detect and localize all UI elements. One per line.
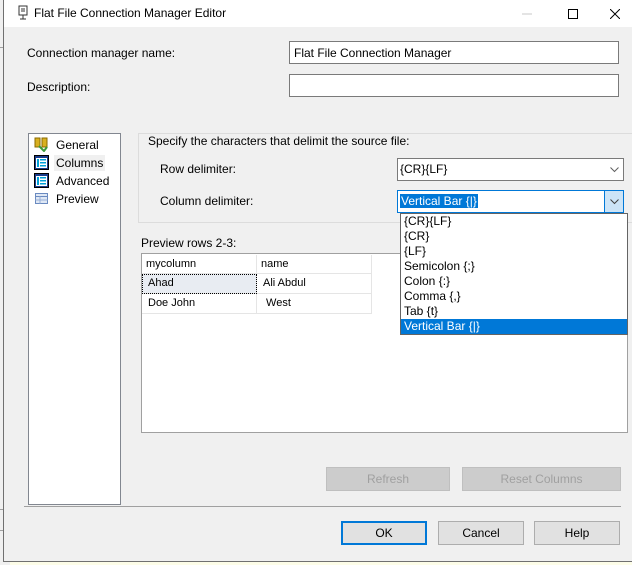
dropdown-option[interactable]: Tab {t} — [401, 304, 627, 319]
row-delimiter-label: Row delimiter: — [160, 162, 237, 176]
connection-manager-name-label: Connection manager name: — [27, 46, 176, 60]
chevron-down-icon[interactable] — [604, 191, 623, 212]
nav-item-columns[interactable]: Columns — [34, 154, 106, 171]
column-delimiter-options-list: {CR}{LF} {CR} {LF} Semicolon {;} Colon {… — [400, 213, 628, 335]
column-header[interactable]: name — [257, 255, 372, 274]
description-input[interactable] — [289, 74, 619, 97]
row-delimiter-value: {CR}{LF} — [400, 162, 448, 176]
dropdown-option[interactable]: Semicolon {;} — [401, 259, 627, 274]
nav-item-preview[interactable]: Preview — [34, 190, 101, 207]
dropdown-option[interactable]: {CR}{LF} — [401, 214, 627, 229]
minimize-button[interactable] — [504, 0, 550, 27]
columns-icon — [34, 155, 49, 170]
flat-file-connection-manager-dialog: Flat File Connection Manager Editor Conn… — [3, 0, 632, 562]
close-button[interactable] — [592, 0, 632, 27]
delimiter-group-title: Specify the characters that delimit the … — [146, 134, 412, 148]
dropdown-option[interactable]: {LF} — [401, 244, 627, 259]
navigation-panel: General Columns Advanced Preview — [28, 133, 121, 505]
column-delimiter-label: Column delimiter: — [160, 194, 254, 208]
title-bar[interactable]: Flat File Connection Manager Editor — [4, 0, 632, 27]
reset-columns-button[interactable]: Reset Columns — [462, 467, 621, 491]
grid-cell[interactable]: Ali Abdul — [257, 274, 372, 294]
nav-item-advanced[interactable]: Advanced — [34, 172, 111, 189]
row-delimiter-dropdown[interactable]: {CR}{LF} — [397, 158, 624, 181]
connection-manager-icon — [18, 5, 28, 20]
grid-cell[interactable]: Ahad — [142, 274, 257, 294]
grid-cell[interactable]: West — [257, 294, 372, 314]
ok-button[interactable]: OK — [341, 521, 427, 545]
window-title: Flat File Connection Manager Editor — [34, 6, 227, 20]
minimize-icon — [522, 13, 532, 14]
maximize-button[interactable] — [550, 0, 596, 27]
nav-item-label: Columns — [54, 154, 106, 171]
column-header[interactable]: mycolumn — [142, 255, 257, 274]
dropdown-option-selected[interactable]: Vertical Bar {|} — [401, 319, 627, 334]
preview-icon — [35, 193, 48, 204]
column-delimiter-dropdown[interactable]: Vertical Bar {|} — [397, 190, 624, 213]
close-icon — [610, 8, 620, 19]
general-icon — [34, 137, 48, 152]
grid-cell[interactable]: Doe John — [142, 294, 257, 314]
nav-item-general[interactable]: General — [34, 136, 101, 153]
dropdown-option[interactable]: {CR} — [401, 229, 627, 244]
column-delimiter-value: Vertical Bar {|} — [400, 194, 478, 208]
dropdown-option[interactable]: Colon {:} — [401, 274, 627, 289]
description-label: Description: — [27, 80, 91, 94]
cancel-button[interactable]: Cancel — [438, 521, 524, 545]
help-button[interactable]: Help — [534, 521, 620, 545]
button-separator — [24, 506, 621, 507]
chevron-down-icon[interactable] — [605, 159, 623, 180]
nav-item-label: General — [56, 137, 99, 152]
connection-manager-name-input[interactable] — [289, 41, 619, 64]
nav-item-label: Preview — [56, 191, 99, 206]
maximize-icon — [568, 8, 578, 19]
preview-rows-label: Preview rows 2-3: — [141, 236, 237, 250]
advanced-icon — [34, 173, 49, 188]
refresh-button[interactable]: Refresh — [326, 467, 450, 491]
nav-item-label: Advanced — [56, 173, 110, 188]
dropdown-option[interactable]: Comma {,} — [401, 289, 627, 304]
